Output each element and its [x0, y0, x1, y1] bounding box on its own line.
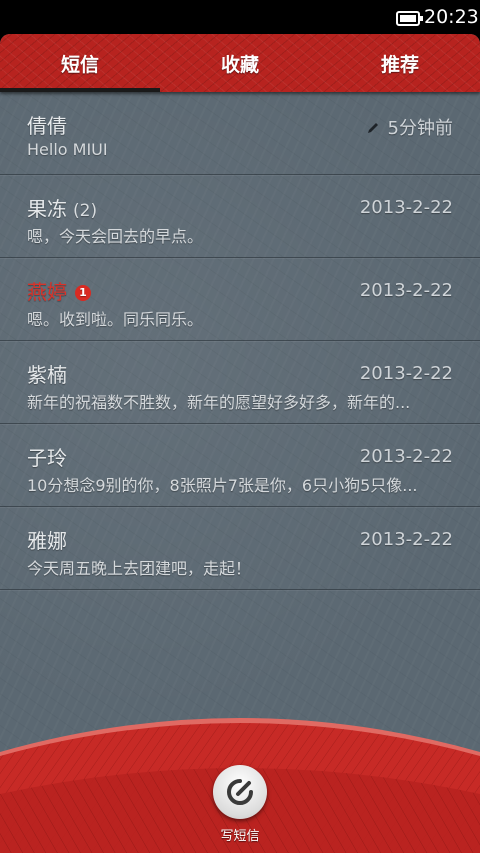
conversation-list: 倩倩 5分钟前 Hello MIUI 果冻 (2) 2013-2-22 嗯，今天会…	[0, 92, 480, 590]
contact-name: 燕婷	[27, 280, 67, 304]
contact-name-wrap: 燕婷 1	[27, 276, 91, 305]
conversation-row[interactable]: 果冻 (2) 2013-2-22 嗯，今天会回去的早点。	[0, 175, 480, 258]
conversation-row[interactable]: 雅娜 2013-2-22 今天周五晚上去团建吧，走起！	[0, 507, 480, 590]
status-bar: 20:23	[0, 0, 480, 34]
tab-recommended[interactable]: 推荐	[320, 34, 480, 92]
contact-name: 雅娜	[27, 529, 67, 553]
unread-badge: 1	[75, 285, 91, 301]
message-date: 5分钟前	[366, 114, 453, 140]
messaging-app: 短信 收藏 推荐 倩倩 5分钟前 Hello MIUI 果冻 (2) 2013-2…	[0, 34, 480, 853]
conversation-row[interactable]: 紫楠 2013-2-22 新年的祝福数不胜数，新年的愿望好多好多，新年的...	[0, 341, 480, 424]
draft-pencil-icon	[367, 123, 378, 133]
conversation-row[interactable]: 子玲 2013-2-22 10分想念9别的你，8张照片7张是你，6只小狗5只像.…	[0, 424, 480, 507]
battery-icon	[396, 11, 423, 26]
message-date: 2013-2-22	[359, 363, 453, 384]
message-preview: 新年的祝福数不胜数，新年的愿望好多好多，新年的...	[27, 393, 411, 412]
tab-bar: 短信 收藏 推荐	[0, 34, 480, 92]
contact-name: 果冻	[27, 197, 67, 221]
message-preview: 10分想念9别的你，8张照片7张是你，6只小狗5只像...	[27, 476, 418, 495]
message-date: 2013-2-22	[359, 446, 453, 467]
message-date: 2013-2-22	[359, 529, 453, 550]
compose-label: 写短信	[220, 829, 260, 844]
status-time: 20:23	[424, 6, 479, 28]
message-preview: Hello MIUI	[27, 140, 108, 159]
contact-name: 紫楠	[27, 363, 67, 387]
compose-button[interactable]	[213, 765, 267, 819]
conversation-row[interactable]: 倩倩 5分钟前 Hello MIUI	[0, 92, 480, 175]
contact-name-wrap: 果冻 (2)	[27, 193, 97, 222]
tab-favorites[interactable]: 收藏	[160, 34, 320, 92]
compose-icon	[227, 779, 253, 805]
message-preview: 今天周五晚上去团建吧，走起！	[27, 559, 252, 578]
contact-name: 子玲	[27, 446, 67, 470]
message-date-text: 5分钟前	[387, 118, 453, 139]
message-preview: 嗯。收到啦。同乐同乐。	[27, 310, 204, 329]
message-date: 2013-2-22	[359, 197, 453, 218]
message-date: 2013-2-22	[359, 280, 453, 301]
message-preview: 嗯，今天会回去的早点。	[27, 227, 204, 246]
message-count: (2)	[73, 201, 98, 221]
contact-name: 倩倩	[27, 114, 67, 138]
conversation-row[interactable]: 燕婷 1 2013-2-22 嗯。收到啦。同乐同乐。	[0, 258, 480, 341]
tab-messages[interactable]: 短信	[0, 34, 160, 92]
